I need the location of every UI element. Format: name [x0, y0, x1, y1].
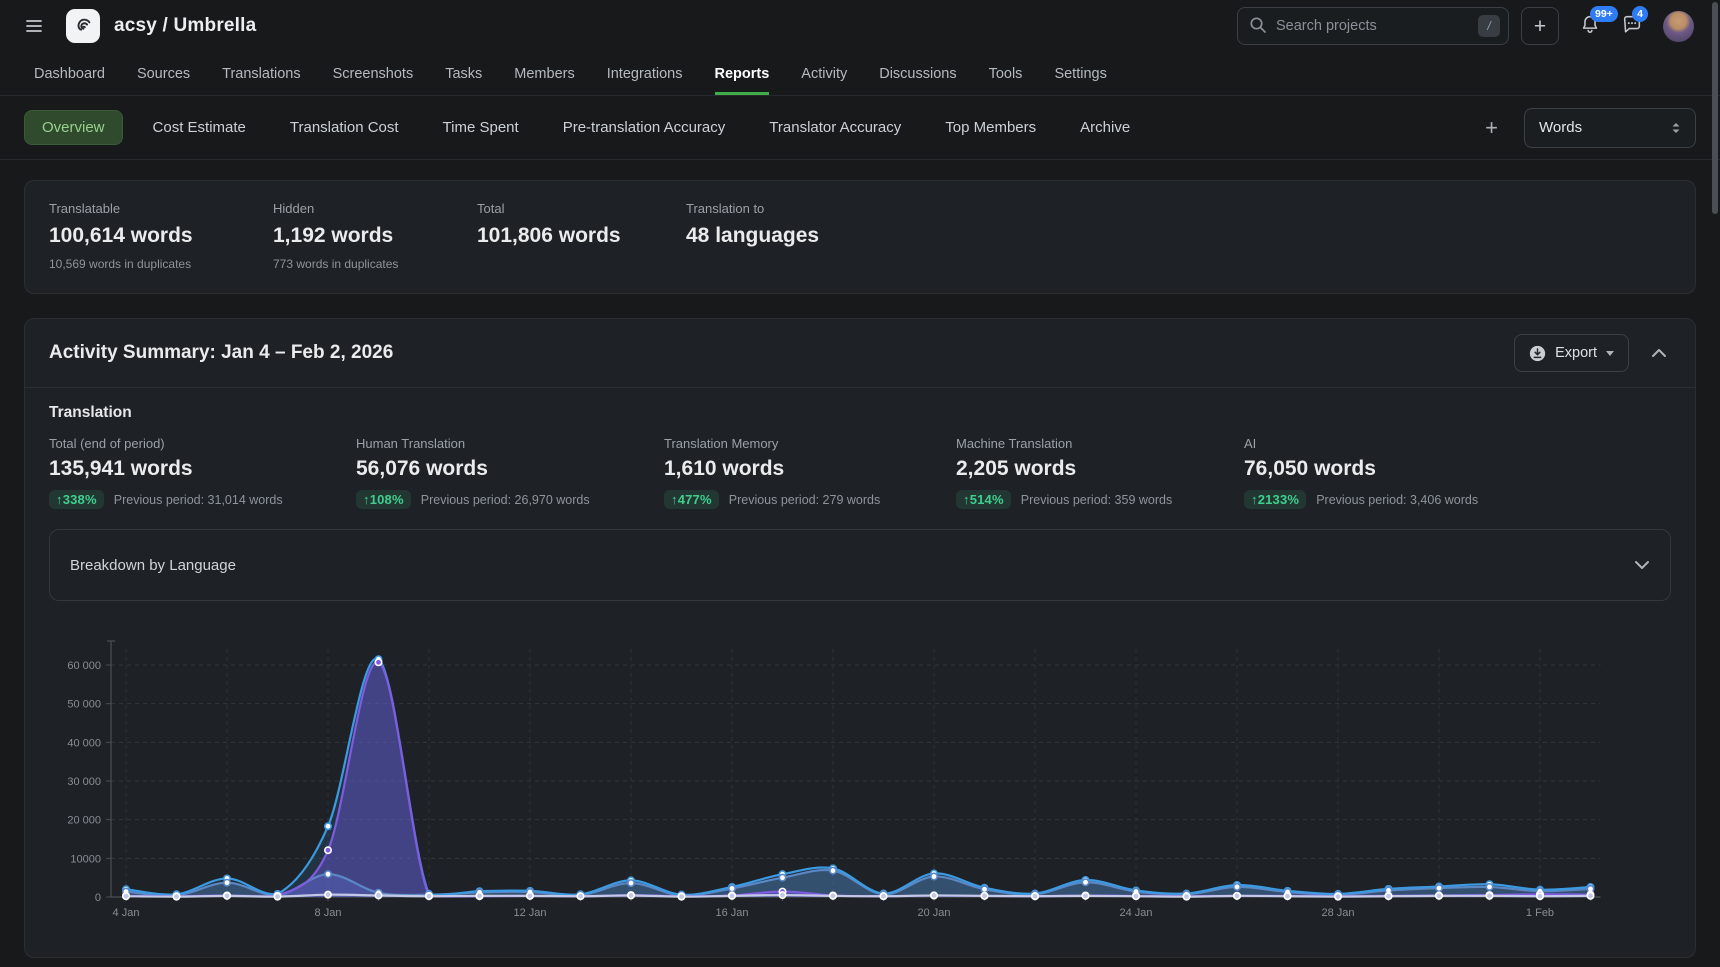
change-badge: ↑2133% — [1244, 490, 1306, 509]
nav-item-discussions[interactable]: Discussions — [879, 52, 956, 95]
svg-text:30 000: 30 000 — [67, 776, 101, 788]
topbar: acsy / Umbrella / + 99+ 4 — [0, 0, 1720, 52]
stat-total-end-of-period: Total (end of period) 135,941 words ↑338… — [49, 436, 356, 509]
notifications-count-badge: 99+ — [1590, 6, 1618, 22]
words-summary-card: Translatable 100,614 words 10,569 words … — [24, 180, 1696, 294]
change-badge: ↑514% — [956, 490, 1011, 509]
svg-text:24 Jan: 24 Jan — [1119, 907, 1152, 919]
svg-text:16 Jan: 16 Jan — [715, 907, 748, 919]
unit-select-dropdown[interactable]: Words — [1524, 108, 1696, 148]
svg-text:20 Jan: 20 Jan — [917, 907, 950, 919]
chevron-up-icon — [1651, 348, 1667, 358]
export-caret-icon — [1606, 351, 1614, 356]
stat-total: Total 101,806 words — [477, 201, 686, 271]
svg-text:10000: 10000 — [70, 853, 101, 865]
subnav-tab-top-members[interactable]: Top Members — [945, 119, 1036, 136]
create-project-button[interactable]: + — [1521, 7, 1559, 45]
messages-count-badge: 4 — [1632, 6, 1648, 22]
svg-text:4 Jan: 4 Jan — [113, 907, 140, 919]
unit-select-value: Words — [1539, 119, 1582, 136]
nav-item-activity[interactable]: Activity — [801, 52, 847, 95]
project-title: acsy / Umbrella — [114, 15, 256, 37]
scrollbar-thumb[interactable] — [1712, 2, 1718, 214]
stat-human-translation: Human Translation 56,076 words ↑108% Pre… — [356, 436, 664, 509]
activity-chart[interactable]: 0 10000 20 000 30 000 40 000 50 000 60 000 4 Ja… — [61, 625, 1661, 937]
hamburger-menu-icon[interactable] — [18, 10, 50, 42]
subnav-tab-cost-estimate[interactable]: Cost Estimate — [153, 119, 246, 136]
breakdown-by-language-toggle[interactable]: Breakdown by Language — [49, 529, 1671, 601]
search-input[interactable] — [1237, 7, 1509, 45]
change-badge: ↑108% — [356, 490, 411, 509]
subnav-tab-translator-accuracy[interactable]: Translator Accuracy — [769, 119, 901, 136]
stat-translation-to: Translation to 48 languages — [686, 201, 819, 271]
export-download-icon — [1529, 345, 1546, 362]
stat-translatable: Translatable 100,614 words 10,569 words … — [49, 201, 273, 271]
svg-text:1 Feb: 1 Feb — [1526, 907, 1554, 919]
nav-item-translations[interactable]: Translations — [222, 52, 300, 95]
stat-hidden: Hidden 1,192 words 773 words in duplicat… — [273, 201, 477, 271]
stat-translation-memory: Translation Memory 1,610 words ↑477% Pre… — [664, 436, 956, 509]
subnav-tab-archive[interactable]: Archive — [1080, 119, 1130, 136]
translation-section-title: Translation — [49, 404, 1671, 422]
app-logo[interactable] — [66, 9, 100, 43]
add-report-button[interactable]: + — [1485, 117, 1498, 139]
nav-item-reports[interactable]: Reports — [715, 52, 770, 95]
svg-text:50 000: 50 000 — [67, 699, 101, 711]
nav-item-sources[interactable]: Sources — [137, 52, 190, 95]
svg-text:8 Jan: 8 Jan — [315, 907, 342, 919]
user-avatar[interactable] — [1663, 11, 1694, 42]
subnav-tab-time-spent[interactable]: Time Spent — [443, 119, 519, 136]
subnav-tab-translation-cost[interactable]: Translation Cost — [290, 119, 399, 136]
activity-summary-title: Activity Summary: Jan 4 – Feb 2, 2026 — [49, 342, 393, 364]
activity-summary-card: Activity Summary: Jan 4 – Feb 2, 2026 Ex… — [24, 318, 1696, 958]
change-badge: ↑477% — [664, 490, 719, 509]
messages-button[interactable]: 4 — [1621, 13, 1643, 40]
reports-subnav: Overview Cost Estimate Translation Cost … — [0, 96, 1720, 160]
collapse-section-button[interactable] — [1647, 342, 1671, 365]
svg-text:20 000: 20 000 — [67, 815, 101, 827]
main-nav: Dashboard Sources Translations Screensho… — [0, 52, 1720, 96]
search-box[interactable]: / — [1237, 7, 1509, 45]
notifications-button[interactable]: 99+ — [1579, 13, 1601, 40]
search-icon — [1249, 16, 1267, 34]
export-button[interactable]: Export — [1514, 334, 1629, 372]
stat-machine-translation: Machine Translation 2,205 words ↑514% Pr… — [956, 436, 1244, 509]
nav-item-settings[interactable]: Settings — [1054, 52, 1106, 95]
nav-item-screenshots[interactable]: Screenshots — [333, 52, 414, 95]
nav-item-members[interactable]: Members — [514, 52, 574, 95]
nav-item-tools[interactable]: Tools — [989, 52, 1023, 95]
svg-text:40 000: 40 000 — [67, 737, 101, 749]
subnav-tab-pre-translation-accuracy[interactable]: Pre-translation Accuracy — [563, 119, 726, 136]
chevron-down-icon — [1634, 560, 1650, 570]
translation-stats-row: Total (end of period) 135,941 words ↑338… — [49, 436, 1671, 509]
change-badge: ↑338% — [49, 490, 104, 509]
search-shortcut-key: / — [1478, 15, 1500, 37]
select-arrows-icon — [1671, 121, 1681, 135]
svg-text:28 Jan: 28 Jan — [1321, 907, 1354, 919]
subnav-tab-overview[interactable]: Overview — [24, 110, 123, 145]
page-scrollbar[interactable] — [1710, 0, 1720, 967]
svg-text:60 000: 60 000 — [67, 660, 101, 672]
export-label: Export — [1555, 345, 1597, 361]
stat-ai: AI 76,050 words ↑2133% Previous period: … — [1244, 436, 1478, 509]
nav-item-integrations[interactable]: Integrations — [607, 52, 683, 95]
nav-item-tasks[interactable]: Tasks — [445, 52, 482, 95]
svg-text:0: 0 — [95, 892, 101, 904]
svg-text:12 Jan: 12 Jan — [513, 907, 546, 919]
nav-item-dashboard[interactable]: Dashboard — [34, 52, 105, 95]
